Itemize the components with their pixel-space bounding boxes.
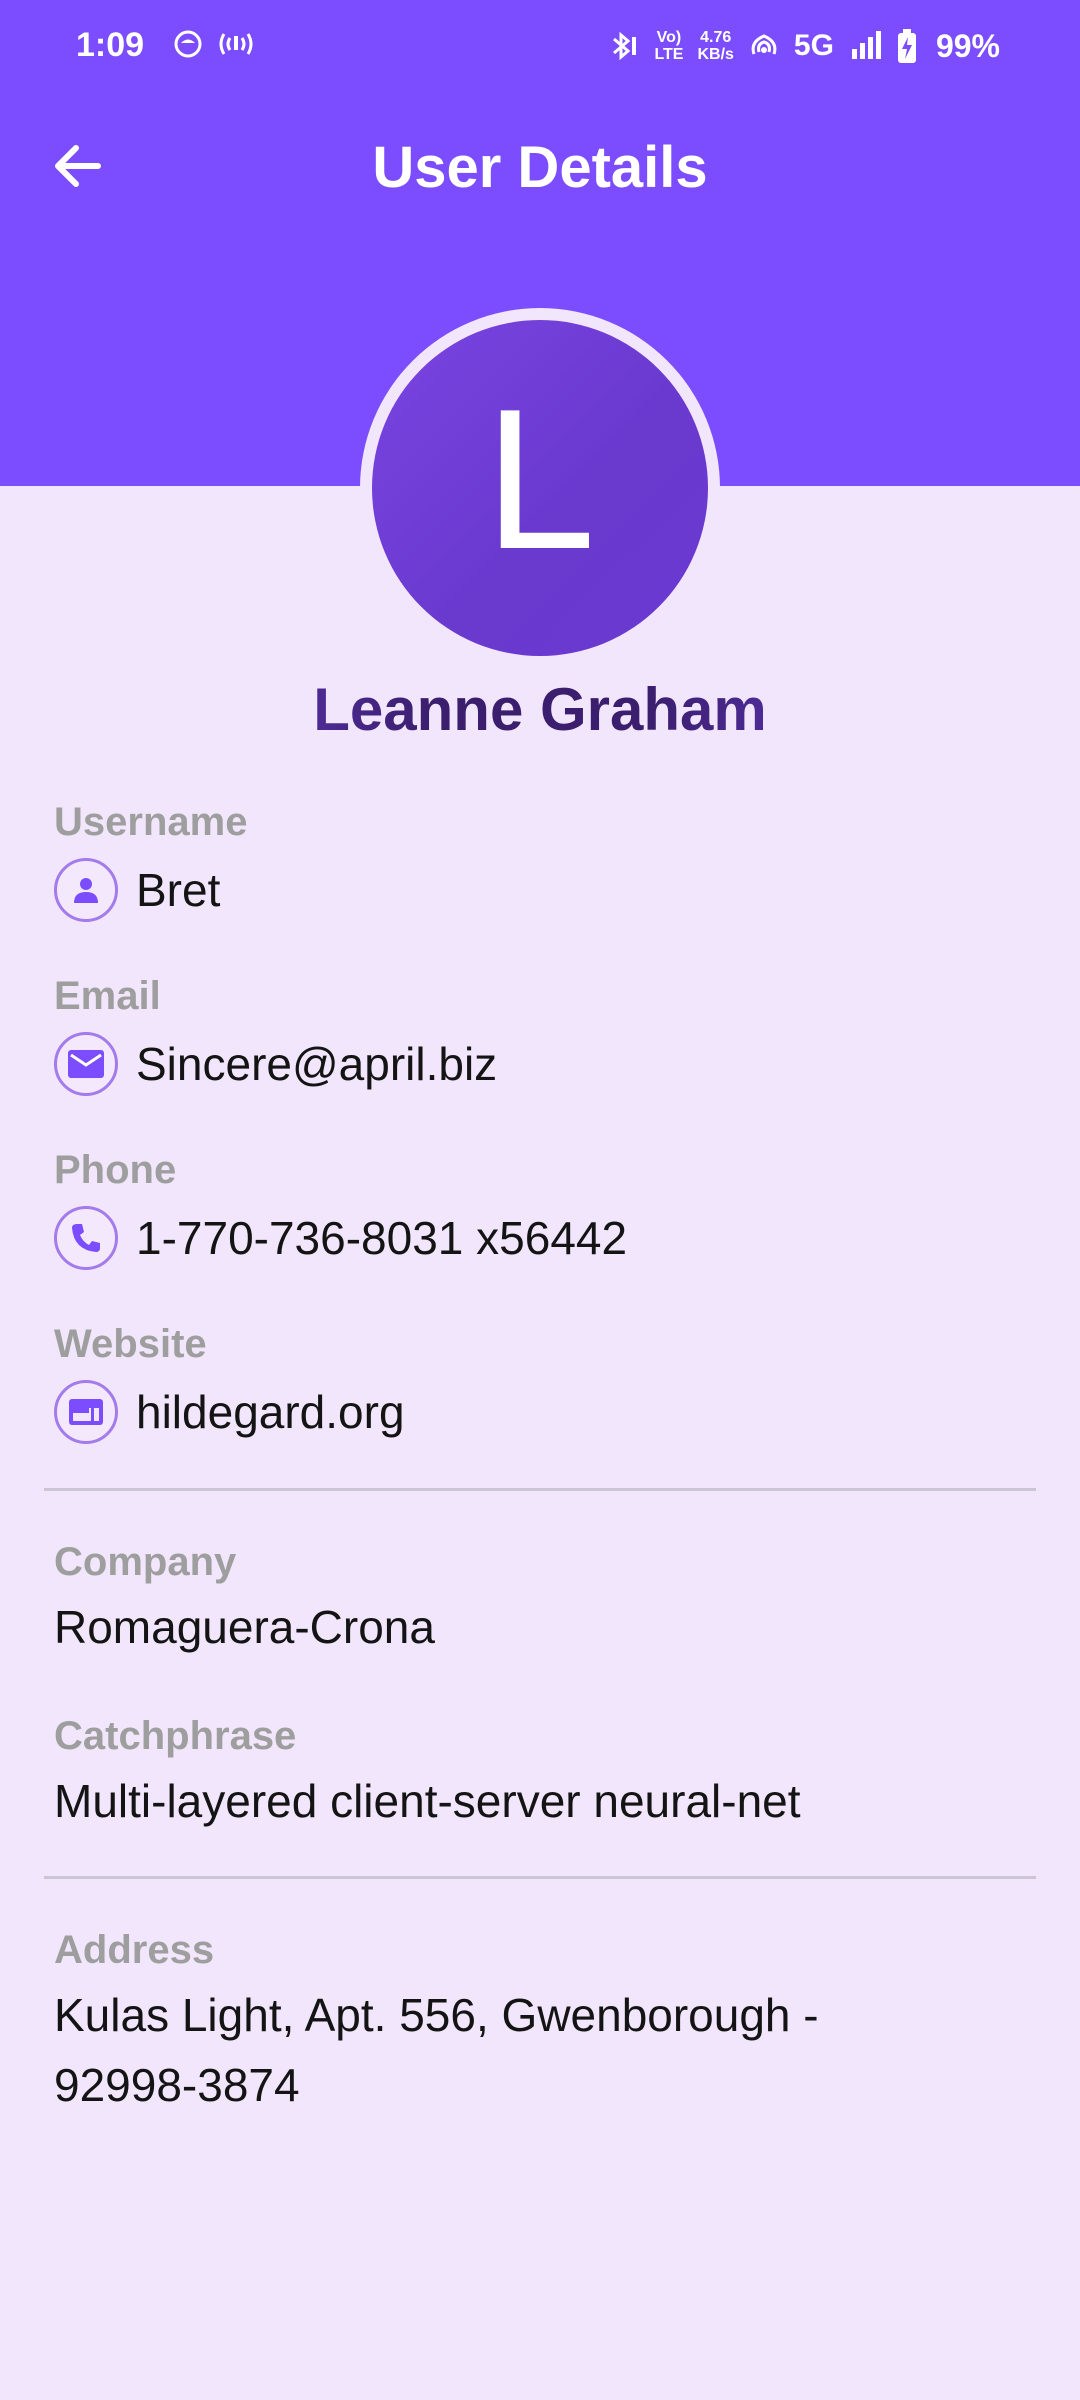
network-type: 5G [793, 29, 834, 62]
bluetooth-icon [613, 31, 637, 61]
mail-icon [54, 1032, 118, 1096]
phone-row[interactable]: 1-770-736-8031 x56442 [54, 1202, 627, 1274]
website-value: hildegard.org [136, 1386, 405, 1438]
phone-label: Phone [54, 1148, 177, 1192]
catchphrase-label: Catchphrase [54, 1714, 297, 1758]
avatar-initial: L [484, 368, 596, 591]
signal-icon [851, 31, 881, 59]
username-label: Username [54, 800, 248, 844]
divider [44, 1876, 1036, 1879]
status-icons: Vo) LTE 4.76 KB/s 5G 99% [606, 24, 1000, 68]
address-label: Address [54, 1928, 215, 1972]
notification-app-icon [174, 30, 202, 58]
page-title: User Details [372, 135, 708, 200]
avatar: L [372, 320, 708, 656]
volte-indicator: Vo) LTE [654, 29, 684, 63]
hotspot-signal-icon [751, 34, 777, 55]
company-label: Company [54, 1540, 237, 1584]
hotspot-icon [219, 33, 253, 55]
status-bar: 1:09 Vo) LTE 4.76 KB/s 5G 99% [0, 0, 1080, 96]
catchphrase-value: Multi-layered client-server neural-net [54, 1775, 801, 1827]
email-label: Email [54, 974, 161, 1018]
battery-icon [897, 29, 916, 63]
status-time: 1:09 [76, 26, 145, 64]
email-value: Sincere@april.biz [136, 1038, 498, 1090]
phone-value: 1-770-736-8031 x56442 [136, 1212, 628, 1264]
company-value: Romaguera-Crona [54, 1601, 435, 1653]
battery-percent: 99% [935, 27, 1000, 64]
address-value: Kulas Light, Apt. 556, Gwenborough - 929… [54, 1989, 819, 2111]
user-name: Leanne Graham [0, 672, 1080, 748]
web-icon [54, 1380, 118, 1444]
phone-icon [54, 1206, 118, 1270]
username-value: Bret [136, 864, 221, 916]
divider [44, 1488, 1036, 1491]
username-row: Bret [54, 854, 220, 926]
website-label: Website [54, 1322, 207, 1366]
person-icon [54, 858, 118, 922]
email-row[interactable]: Sincere@april.biz [54, 1028, 497, 1100]
network-speed: 4.76 KB/s [697, 29, 734, 63]
website-row[interactable]: hildegard.org [54, 1376, 405, 1448]
